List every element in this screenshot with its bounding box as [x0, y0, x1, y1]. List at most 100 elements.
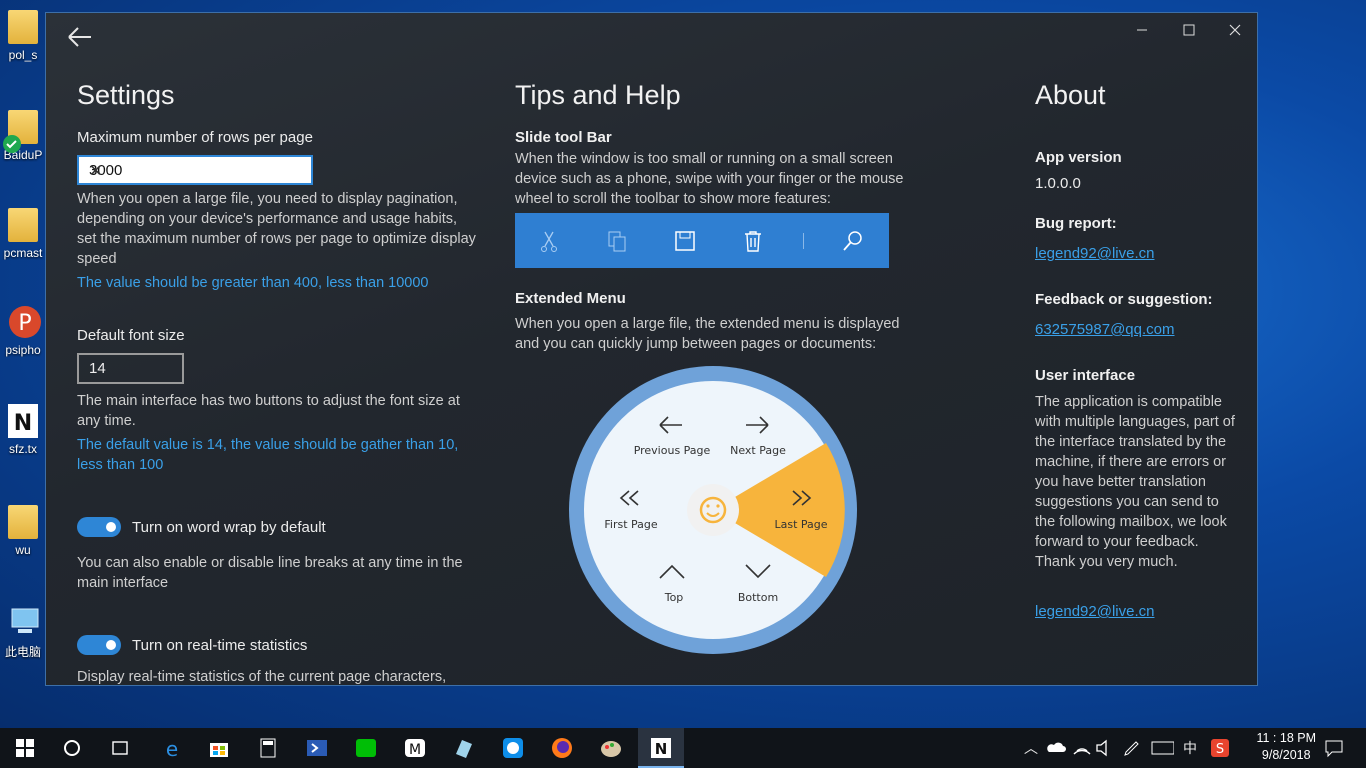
- desktop-icon-pol[interactable]: pol_s: [0, 10, 46, 62]
- extended-menu-description: When you open a large file, the extended…: [515, 316, 900, 352]
- svg-text:P: P: [18, 311, 31, 336]
- ime-indicator[interactable]: 中: [1183, 738, 1197, 758]
- statistics-toggle[interactable]: [77, 635, 121, 655]
- bug-report-label: Bug report:: [1035, 215, 1117, 232]
- notepad-app-icon: N: [651, 738, 671, 758]
- svg-text:e: e: [166, 737, 178, 760]
- ui-email-link[interactable]: legend92@live.cn: [1035, 603, 1154, 620]
- folder-icon: [8, 208, 38, 242]
- calculator-icon[interactable]: [256, 736, 280, 760]
- onedrive-icon[interactable]: [1044, 736, 1068, 760]
- powershell-icon[interactable]: [305, 736, 329, 760]
- settings-title: Settings: [77, 80, 175, 110]
- store-icon[interactable]: [207, 736, 231, 760]
- app-icon[interactable]: [452, 736, 476, 760]
- chevron-up-icon[interactable]: ︿: [1024, 738, 1038, 758]
- maximize-icon: [1183, 24, 1195, 36]
- first-page-label: First Page: [604, 518, 658, 531]
- notepad-taskbar-button[interactable]: N: [638, 728, 684, 768]
- paint-icon[interactable]: [599, 736, 623, 760]
- copy-icon: [608, 231, 626, 252]
- rows-hint: The value should be greater than 400, le…: [77, 275, 429, 291]
- maximize-button[interactable]: [1166, 13, 1212, 47]
- close-icon: [1229, 24, 1241, 36]
- folder-icon: [3, 110, 38, 153]
- extended-menu-title: Extended Menu: [515, 290, 626, 307]
- cut-icon: [541, 231, 557, 252]
- volume-icon[interactable]: [1093, 736, 1117, 760]
- svg-text:N: N: [655, 740, 668, 758]
- font-size-value: 14: [89, 360, 106, 377]
- word-wrap-toggle[interactable]: [77, 517, 121, 537]
- search-icon[interactable]: [60, 736, 84, 760]
- desktop-icon-label: pcmast: [3, 246, 43, 260]
- desktop-icon-sfz[interactable]: N sfz.tx: [0, 404, 46, 456]
- rows-description: When you open a large file, you need to …: [77, 191, 476, 267]
- toolbar-divider: [803, 233, 804, 249]
- desktop-icon-label: psipho: [5, 343, 41, 357]
- desktop-icon-psiphon[interactable]: P psipho: [0, 305, 46, 357]
- delete-icon: [745, 231, 761, 252]
- maxthon-icon[interactable]: M: [403, 736, 427, 760]
- minimize-button[interactable]: [1119, 13, 1165, 47]
- edge-browser-icon[interactable]: e: [160, 736, 184, 760]
- clock-time: 11 : 18 PM: [1256, 731, 1316, 745]
- user-folder-icon: [8, 505, 38, 539]
- word-wrap-label: Turn on word wrap by default: [132, 519, 326, 536]
- bottom-label: Bottom: [738, 591, 778, 604]
- rows-input[interactable]: 3000 ✕: [77, 155, 313, 185]
- tips-title: Tips and Help: [515, 80, 681, 110]
- check-icon: [3, 135, 21, 153]
- last-page-label: Last Page: [774, 518, 827, 531]
- teamviewer-icon[interactable]: [501, 736, 525, 760]
- next-page-label: Next Page: [730, 444, 786, 457]
- slide-toolbar-title: Slide tool Bar: [515, 129, 612, 146]
- back-arrow-icon: [68, 27, 91, 47]
- font-size-description: The main interface has two buttons to ad…: [77, 393, 460, 429]
- clock[interactable]: 11 : 18 PM 9/8/2018: [1256, 730, 1316, 764]
- folder-icon: [8, 10, 38, 44]
- notifications-icon[interactable]: [1322, 736, 1346, 760]
- minimize-icon: [1137, 29, 1147, 31]
- svg-text:N: N: [14, 411, 32, 436]
- app-version-value: 1.0.0.0: [1035, 175, 1081, 192]
- previous-page-label: Previous Page: [634, 444, 711, 457]
- desktop-icon-baidu[interactable]: BaiduP: [0, 110, 46, 162]
- font-size-label: Default font size: [77, 327, 185, 344]
- top-label: Top: [664, 591, 684, 604]
- windows-start-icon[interactable]: [13, 736, 37, 760]
- desktop-icon-pcmast[interactable]: pcmast: [0, 208, 46, 260]
- font-size-input[interactable]: 14: [77, 353, 184, 384]
- word-wrap-description: You can also enable or disable line brea…: [77, 555, 463, 591]
- keyboard-icon[interactable]: [1150, 736, 1174, 760]
- user-interface-description: The application is compatible with multi…: [1035, 394, 1235, 570]
- iqiyi-icon[interactable]: [354, 736, 378, 760]
- desktop-icon-label: pol_s: [8, 48, 38, 62]
- save-icon: [675, 231, 695, 251]
- task-view-icon[interactable]: [108, 736, 132, 760]
- close-button[interactable]: [1212, 13, 1257, 47]
- firefox-icon[interactable]: [550, 736, 574, 760]
- wifi-icon[interactable]: [1070, 736, 1094, 760]
- feedback-label: Feedback or suggestion:: [1035, 291, 1213, 308]
- clock-date: 9/8/2018: [1261, 748, 1311, 762]
- psiphon-app-icon: P: [8, 305, 41, 339]
- app-window: Settings Maximum number of rows per page…: [45, 12, 1258, 686]
- bug-report-email-link[interactable]: legend92@live.cn: [1035, 245, 1154, 262]
- sogou-icon[interactable]: S: [1208, 736, 1232, 760]
- desktop-icon-computer[interactable]: 此电脑: [0, 605, 46, 660]
- desktop-icon-label: 此电脑: [4, 645, 41, 659]
- statistics-description: Display real-time statistics of the curr…: [77, 669, 447, 685]
- feedback-email-link[interactable]: 632575987@qq.com: [1035, 321, 1175, 338]
- search-icon: [843, 231, 862, 251]
- statistics-label: Turn on real-time statistics: [132, 637, 308, 654]
- clear-icon[interactable]: ✕: [89, 161, 303, 181]
- slide-toolbar-description: When the window is too small or running …: [515, 151, 904, 207]
- font-size-hint: The default value is 14, the value shoul…: [77, 437, 459, 473]
- svg-text:S: S: [1216, 742, 1224, 757]
- desktop-icon-label: sfz.tx: [8, 442, 37, 456]
- app-version-label: App version: [1035, 149, 1122, 166]
- desktop-icon-wu[interactable]: wu: [0, 505, 46, 557]
- back-button[interactable]: [66, 25, 94, 49]
- pen-icon[interactable]: [1120, 736, 1144, 760]
